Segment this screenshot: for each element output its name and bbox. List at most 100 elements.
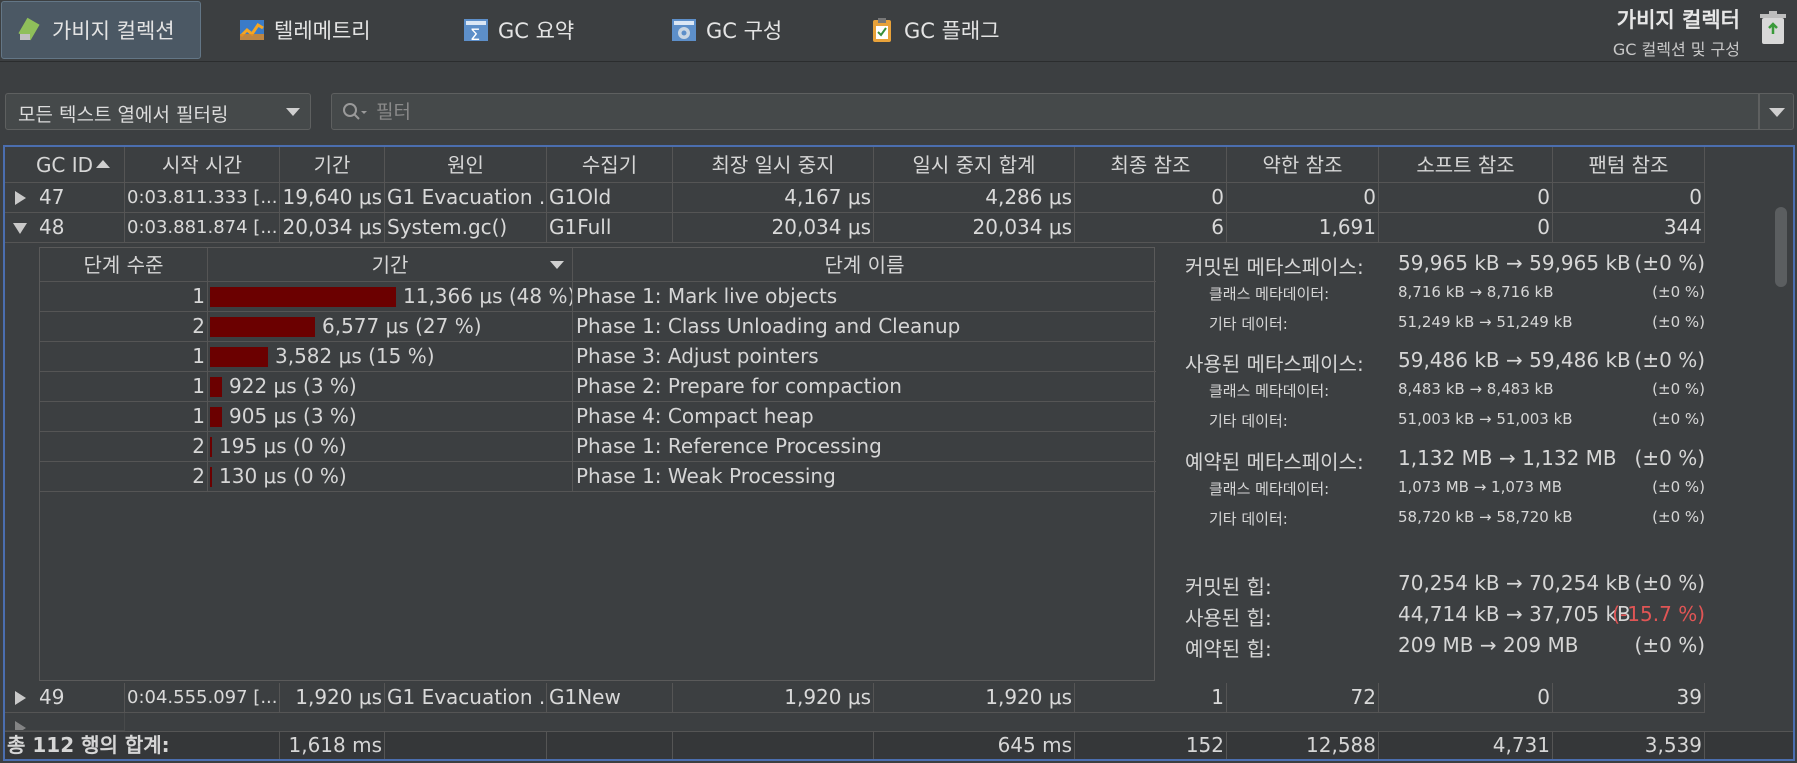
chevron-down-icon [1769, 108, 1785, 117]
phase-duration-cell: 922 μs (3 %) [208, 372, 573, 402]
heap-row: 예약된 힙: 209 MB → 209 MB (±0 %) [1185, 633, 1705, 661]
column-header-phantom-refs[interactable]: 팬텀 참조 [1553, 147, 1705, 183]
column-header-final-refs[interactable]: 최종 참조 [1075, 147, 1227, 183]
start-time-cell: 0:03.811.333 [... [125, 183, 280, 213]
phase-row[interactable]: 1 11,366 μs (48 %) Phase 1: Mark live obje… [40, 282, 1156, 312]
expand-arrow-icon[interactable] [15, 691, 26, 705]
phase-duration-cell: 6,577 μs (27 %) [208, 312, 573, 342]
gc-id-cell: 48 [5, 213, 125, 243]
page-subtitle: GC 컬렉션 및 구성 [1612, 40, 1740, 59]
phase-name-cell: Phase 1: Reference Processing [573, 432, 1156, 462]
phase-row[interactable]: 2 130 μs (0 %) Phase 1: Weak Processing [40, 462, 1156, 492]
phase-row[interactable]: 1 3,582 μs (15 %) Phase 3: Adjust pointers [40, 342, 1156, 372]
total-soft-refs: 4,731 [1379, 732, 1553, 759]
column-header-weak-refs[interactable]: 약한 참조 [1227, 147, 1379, 183]
vertical-scrollbar[interactable] [1771, 207, 1791, 707]
column-header-longest-pause[interactable]: 최장 일시 중지 [673, 147, 874, 183]
phase-name-cell: Phase 4: Compact heap [573, 402, 1156, 432]
memory-summary: 커밋된 메타스페이스: 59,965 kB → 59,965 kB (±0 %) 클래… [1185, 243, 1705, 683]
gc-flags-icon [868, 16, 896, 44]
soft-refs-cell: 0 [1379, 183, 1553, 213]
tab-label: GC 구성 [706, 19, 783, 43]
table-row[interactable]: 48 0:03.881.874 [... 20,034 μs System.gc… [5, 213, 1705, 243]
phase-duration-bar [210, 317, 315, 337]
metaspace-row: 클래스 메타데이터: 8,483 kB → 8,483 kB (±0 %) [1185, 380, 1705, 408]
cause-cell: G1 Evacuation ... [385, 183, 547, 213]
tab-gc-flags[interactable]: GC 플래그 [868, 0, 1000, 60]
metaspace-value: 1,132 MB → 1,132 MB [1398, 446, 1617, 470]
heap-row: 사용된 힙: 44,714 kB → 37,705 kB (-15.7 %) [1185, 602, 1705, 630]
tab-telemetry[interactable]: 텔레메트리 [238, 0, 371, 60]
svg-text:Σ: Σ [470, 25, 480, 44]
table-row-partial[interactable] [5, 713, 1705, 731]
column-header-duration[interactable]: 기간 [280, 147, 385, 183]
phase-duration-bar [210, 467, 212, 487]
longest-pause-cell: 20,034 μs [673, 213, 874, 243]
filter-history-dropdown[interactable] [1759, 93, 1794, 130]
heap-change: (-15.7 %) [1612, 602, 1705, 626]
table-row[interactable]: 49 0:04.555.097 [... 1,920 μs G1 Evacuat… [5, 683, 1705, 713]
metaspace-label: 기타 데이터: [1209, 510, 1288, 528]
longest-pause-cell: 4,167 μs [673, 183, 874, 213]
metaspace-label: 사용된 메타스페이스: [1185, 352, 1364, 376]
heap-value: 44,714 kB → 37,705 kB [1398, 602, 1631, 626]
expand-arrow-icon [15, 721, 26, 730]
column-header-start-time[interactable]: 시작 시간 [125, 147, 280, 183]
phase-row[interactable]: 2 6,577 μs (27 %) Phase 1: Class Unloading… [40, 312, 1156, 342]
tab-label: 가비지 컬렉션 [52, 19, 175, 43]
column-header-gc-id[interactable]: GC ID [5, 147, 125, 183]
total-longest-empty [673, 732, 874, 759]
chevron-down-icon [286, 108, 300, 116]
metaspace-change: (±0 %) [1652, 478, 1705, 496]
search-icon[interactable] [342, 102, 367, 124]
phantom-refs-cell: 344 [1553, 213, 1705, 243]
phantom-refs-cell: 0 [1553, 183, 1705, 213]
heap-label: 사용된 힙: [1185, 606, 1272, 630]
tab-garbage-collection[interactable]: 가비지 컬렉션 [1, 1, 201, 59]
collector-cell: G1New [547, 683, 673, 713]
metaspace-row: 클래스 메타데이터: 1,073 MB → 1,073 MB (±0 %) [1185, 478, 1705, 506]
column-header-phase-level[interactable]: 단계 수준 [40, 248, 208, 282]
weak-refs-cell: 72 [1227, 683, 1379, 713]
phase-duration-cell: 11,366 μs (48 %) [208, 282, 573, 312]
expand-arrow-icon[interactable] [15, 191, 26, 205]
filter-scope-dropdown[interactable]: 모든 텍스트 열에서 필터링 [5, 93, 311, 130]
metaspace-value: 1,073 MB → 1,073 MB [1398, 478, 1562, 496]
phase-row[interactable]: 2 195 μs (0 %) Phase 1: Reference Processi… [40, 432, 1156, 462]
column-header-cause[interactable]: 원인 [385, 147, 547, 183]
phase-row[interactable]: 1 922 μs (3 %) Phase 2: Prepare for compac… [40, 372, 1156, 402]
scrollbar-thumb[interactable] [1775, 207, 1787, 287]
duration-cell: 19,640 μs [280, 183, 385, 213]
filter-input[interactable] [331, 93, 1759, 130]
gc-config-icon [670, 16, 698, 44]
gc-id-cell: 47 [5, 183, 125, 213]
final-refs-cell: 0 [1075, 183, 1227, 213]
sum-of-pauses-cell: 20,034 μs [874, 213, 1075, 243]
metaspace-row: 예약된 메타스페이스: 1,132 MB → 1,132 MB (±0 %) [1185, 446, 1705, 474]
total-duration: 1,618 ms [280, 732, 385, 759]
metaspace-change: (±0 %) [1652, 283, 1705, 301]
total-cause-empty [385, 732, 547, 759]
metaspace-change: (±0 %) [1634, 348, 1705, 372]
tab-label: 텔레메트리 [274, 19, 371, 43]
metaspace-value: 51,249 kB → 51,249 kB [1398, 313, 1573, 331]
table-row[interactable]: 47 0:03.811.333 [... 19,640 μs G1 Evacua… [5, 183, 1705, 213]
telemetry-icon [238, 16, 266, 44]
tab-gc-config[interactable]: GC 구성 [670, 0, 782, 60]
phase-name-cell: Phase 2: Prepare for compaction [573, 372, 1156, 402]
column-header-soft-refs[interactable]: 소프트 참조 [1379, 147, 1553, 183]
column-header-phase-duration[interactable]: 기간 [208, 248, 573, 282]
phase-duration-cell: 195 μs (0 %) [208, 432, 573, 462]
metaspace-row: 커밋된 메타스페이스: 59,965 kB → 59,965 kB (±0 %) [1185, 251, 1705, 279]
phase-duration-label: 11,366 μs (48 %) [403, 284, 573, 308]
column-header-phase-name[interactable]: 단계 이름 [573, 248, 1156, 282]
phase-name-cell: Phase 1: Class Unloading and Cleanup [573, 312, 1156, 342]
column-header-sum-of-pauses[interactable]: 일시 중지 합계 [874, 147, 1075, 183]
metaspace-label: 클래스 메타데이터: [1209, 285, 1330, 303]
collapse-arrow-icon[interactable] [13, 223, 27, 234]
heap-change: (±0 %) [1634, 571, 1705, 595]
tab-gc-summary[interactable]: Σ GC 요약 [462, 0, 574, 60]
phase-row[interactable]: 1 905 μs (3 %) Phase 4: Compact heap [40, 402, 1156, 432]
metaspace-change: (±0 %) [1634, 446, 1705, 470]
column-header-collector[interactable]: 수집기 [547, 147, 673, 183]
